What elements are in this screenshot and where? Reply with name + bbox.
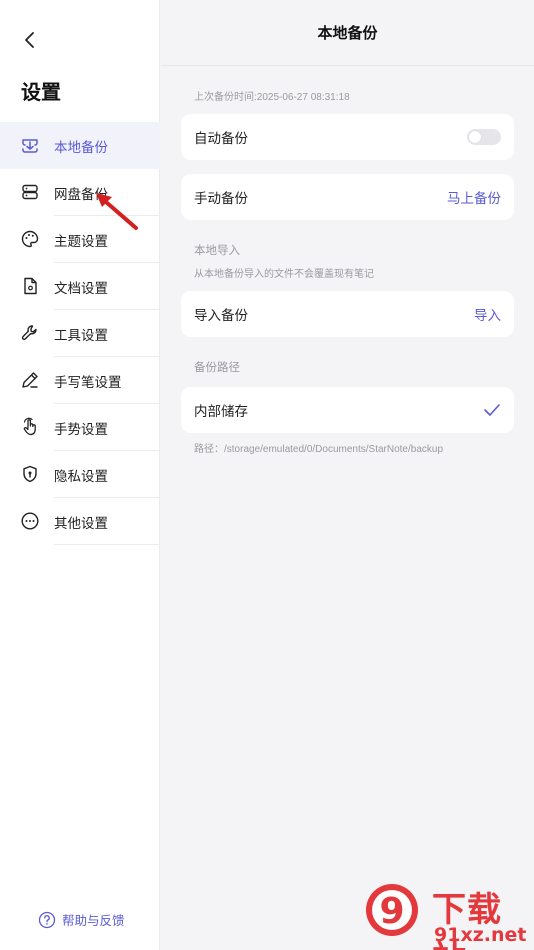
sidebar-item-label: 手写笔设置 bbox=[54, 374, 122, 390]
import-section-label: 本地导入 bbox=[194, 245, 240, 257]
sidebar-item-label: 网盘备份 bbox=[54, 186, 108, 202]
watermark-text-url: 91xz.net bbox=[434, 924, 527, 946]
sidebar-title: 设置 bbox=[21, 82, 61, 104]
auto-backup-label: 自动备份 bbox=[194, 131, 248, 146]
internal-storage-row[interactable]: 内部储存 bbox=[181, 387, 514, 433]
document-icon bbox=[24, 277, 37, 295]
cloud-backup-icon bbox=[22, 184, 38, 200]
page-title: 本地备份 bbox=[317, 25, 378, 42]
sidebar-item-stylus[interactable]: 手写笔设置 bbox=[0, 357, 160, 404]
sidebar-item-label: 隐私设置 bbox=[54, 468, 108, 484]
sidebar-item-label: 文档设置 bbox=[54, 280, 108, 296]
import-button[interactable]: 导入 bbox=[474, 304, 501, 324]
more-icon bbox=[21, 512, 39, 530]
sidebar-item-theme[interactable]: 主题设置 bbox=[0, 216, 160, 263]
backup-now-button[interactable]: 马上备份 bbox=[447, 187, 501, 207]
sidebar-item-label: 主题设置 bbox=[54, 233, 108, 249]
sidebar-item-label: 其他设置 bbox=[54, 515, 108, 531]
pen-icon bbox=[22, 372, 38, 388]
sidebar-item-cloud-backup[interactable]: 网盘备份 bbox=[0, 169, 160, 216]
sidebar-item-gesture[interactable]: 手势设置 bbox=[0, 404, 160, 451]
sidebar: 设置 本地备份 网盘备份 主题设置 文档设置 工具设置 手写笔设置 手势设置 隐… bbox=[0, 0, 160, 950]
settings-nav: 本地备份 网盘备份 主题设置 文档设置 工具设置 手写笔设置 手势设置 隐私设置… bbox=[0, 122, 160, 545]
palette-icon bbox=[21, 230, 39, 248]
sidebar-item-local-backup[interactable]: 本地备份 bbox=[0, 122, 160, 169]
wrench-icon bbox=[21, 325, 37, 341]
local-backup-icon bbox=[22, 139, 38, 153]
main-panel: 本地备份 上次备份时间:2025-06-27 08:31:18 自动备份 手动备… bbox=[161, 0, 534, 950]
sidebar-item-privacy[interactable]: 隐私设置 bbox=[0, 451, 160, 498]
watermark-logo-text: 9 bbox=[379, 891, 404, 932]
auto-backup-toggle[interactable] bbox=[467, 129, 501, 145]
gesture-icon bbox=[23, 417, 36, 436]
help-icon bbox=[38, 911, 56, 928]
sidebar-item-document[interactable]: 文档设置 bbox=[0, 263, 160, 310]
shield-icon bbox=[23, 465, 37, 483]
watermark-logo-icon: 9 bbox=[366, 884, 418, 936]
backup-path: 路径：/storage/emulated/0/Documents/StarNot… bbox=[194, 444, 444, 455]
back-arrow-icon[interactable] bbox=[18, 28, 42, 52]
checkmark-icon bbox=[484, 404, 500, 416]
import-backup-row: 导入备份 导入 bbox=[181, 291, 514, 337]
help-label: 帮助与反馈 bbox=[62, 914, 125, 928]
last-backup-time: 上次备份时间:2025-06-27 08:31:18 bbox=[194, 92, 350, 103]
import-note: 从本地备份导入的文件不会覆盖现有笔记 bbox=[194, 269, 374, 280]
internal-storage-label: 内部储存 bbox=[194, 404, 248, 419]
backup-path-section-label: 备份路径 bbox=[194, 362, 240, 374]
import-backup-label: 导入备份 bbox=[194, 308, 248, 323]
manual-backup-row: 手动备份 马上备份 bbox=[181, 174, 514, 220]
auto-backup-row: 自动备份 bbox=[181, 114, 514, 160]
sidebar-item-label: 手势设置 bbox=[54, 421, 108, 437]
sidebar-item-other[interactable]: 其他设置 bbox=[0, 498, 160, 545]
sidebar-item-label: 本地备份 bbox=[54, 139, 108, 155]
sidebar-item-tools[interactable]: 工具设置 bbox=[0, 310, 160, 357]
top-bar: 本地备份 bbox=[161, 0, 534, 66]
sidebar-item-label: 工具设置 bbox=[54, 327, 108, 343]
site-watermark: 9 下载站 91xz.net bbox=[362, 880, 532, 950]
help-feedback-link[interactable]: 帮助与反馈 bbox=[38, 910, 125, 929]
manual-backup-label: 手动备份 bbox=[194, 191, 248, 206]
